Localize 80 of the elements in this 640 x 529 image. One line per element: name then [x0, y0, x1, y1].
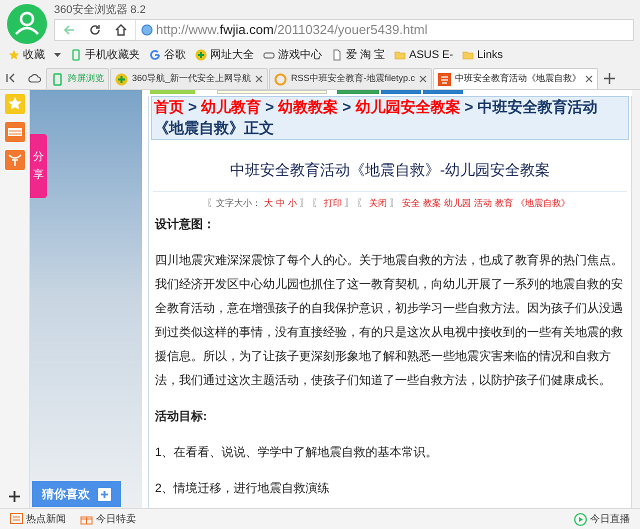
tool-link[interactable]: 《地震自救》: [516, 198, 570, 208]
reload-icon: [89, 24, 101, 36]
article-title: 中班安全教育活动《地震自救》-幼儿园安全教案: [153, 160, 627, 192]
close-icon: [255, 75, 264, 83]
hot-news-icon: [4, 122, 24, 142]
banner-block: [381, 90, 421, 94]
window-title: 360安全浏览器 8.2: [54, 2, 147, 18]
page-icon: [331, 49, 343, 61]
share-tab[interactable]: 分享: [30, 134, 47, 198]
new-tab-icon: [604, 73, 616, 84]
tool-link[interactable]: 教育: [495, 198, 513, 208]
tool-label: 〖: [357, 198, 366, 208]
browser-tab[interactable]: 360导航_新一代安全上网导航: [110, 68, 268, 89]
bookmark-item[interactable]: 网址大全: [195, 46, 254, 64]
tool-link[interactable]: 安全: [402, 198, 420, 208]
status-link[interactable]: 热点新闻: [10, 512, 66, 526]
bookmark-item[interactable]: 收藏: [8, 46, 45, 64]
bookmark-item[interactable]: 游戏中心: [263, 46, 322, 64]
tool-link[interactable]: 关闭: [369, 198, 387, 208]
tool-label: 〖: [312, 198, 321, 208]
folder-icon: [394, 49, 406, 61]
browser-tab[interactable]: 中班安全教育活动《地震自救》: [433, 68, 598, 89]
banner-block: [423, 90, 463, 94]
user-avatar-icon: [7, 4, 47, 44]
breadcrumb-bar: 首页 > 幼儿教育 > 幼教教案 > 幼儿园安全教案 > 中班安全教育活动《地震自救》正文: [151, 96, 629, 140]
browser-tab[interactable]: 跨屏浏览: [46, 68, 109, 89]
recommend-button[interactable]: 猜你喜欢: [32, 481, 121, 507]
caret-icon: [54, 52, 61, 58]
breadcrumb-link[interactable]: 幼儿园安全教案: [355, 99, 460, 116]
tool-link[interactable]: 小: [288, 198, 297, 208]
tool-link[interactable]: 教案: [423, 198, 441, 208]
paragraph: 四川地震灾难深深震惊了每个人的心。关于地震自救的方法，也成了教育界的热门焦点。我们经济开发区中心幼儿园也抓住了这一教育契机，向幼儿开展了一系列的地震自救的安全教育活动，意在增强孩子的自我保护意识，初步学习一些自救方法。因为孩子们从没遇到过类似这样的事情，没有直接经验，有的只是这次从电视中接收到的一些有关地震的救援信息。所以，为了让孩子更深刻形象地了解和熟悉一些地震灾害来临的情况和自救方法，我们通过这次主题活动，使孩子们知道了一些自救方法，以防护孩子们健康成长。: [155, 252, 624, 389]
discount-bag-icon: [4, 150, 24, 170]
tool-label: 〗: [390, 198, 399, 208]
tool-label: 〗: [300, 198, 309, 208]
section-heading: 设计意图：: [155, 216, 216, 233]
tool-link[interactable]: 幼儿园: [444, 198, 471, 208]
cloud-icon: [27, 72, 41, 84]
tool-label: 〖文字大小：: [207, 198, 261, 208]
plus-icon: [98, 488, 111, 500]
tool-label: 〗: [345, 198, 354, 208]
breadcrumb-link[interactable]: 首页: [154, 99, 184, 116]
g-letter-icon: [149, 49, 161, 61]
banner-block: [337, 90, 379, 94]
bookmark-item[interactable]: 谷歌: [149, 46, 186, 64]
bookmark-item[interactable]: ASUS E-: [394, 46, 454, 64]
bookmark-item[interactable]: 手机收藏夹: [70, 46, 140, 64]
paragraph: 2、情境迁移，进行地震自救演练: [155, 480, 331, 497]
url-text[interactable]: http://www.fwjia.com/20110324/youer5439.html: [156, 20, 428, 40]
ring-icon: [274, 72, 288, 86]
news-icon: [10, 513, 23, 525]
folder-icon: [462, 49, 474, 61]
phone-icon: [70, 49, 82, 61]
plus-circle-icon: [195, 49, 207, 61]
collapse-icon: [5, 72, 17, 84]
add-icon: [9, 491, 20, 502]
globe-icon: [141, 24, 153, 36]
bookmark-item[interactable]: Links: [462, 46, 503, 64]
close-icon: [419, 75, 428, 83]
banner-block: [150, 90, 195, 94]
home-icon: [115, 24, 127, 36]
bookmark-item[interactable]: 爱 淘 宝: [331, 46, 386, 64]
phone-icon: [51, 72, 64, 86]
status-link[interactable]: 今日特卖: [80, 512, 136, 526]
breadcrumb-link[interactable]: 幼教教案: [278, 99, 338, 116]
back-icon: [63, 24, 75, 36]
plus-circle-icon: [115, 72, 128, 86]
tool-link[interactable]: 打印: [324, 198, 342, 208]
breadcrumb-link[interactable]: 幼儿教育: [201, 99, 262, 116]
star-icon: [8, 49, 20, 61]
site-logo-icon: [438, 72, 452, 86]
section-heading: 活动目标:: [155, 408, 208, 425]
tool-link[interactable]: 大: [264, 198, 273, 208]
tool-link[interactable]: 活动: [474, 198, 492, 208]
browser-tab[interactable]: RSS中班安全教育-地震filetyp.c: [269, 68, 432, 89]
tool-link[interactable]: 中: [276, 198, 285, 208]
paragraph: 1、在看看、说说、学学中了解地震自救的基本常识。: [155, 444, 439, 461]
play-circle-icon: [574, 512, 587, 526]
status-link[interactable]: 今日直播: [574, 512, 630, 526]
close-icon: [585, 75, 594, 83]
